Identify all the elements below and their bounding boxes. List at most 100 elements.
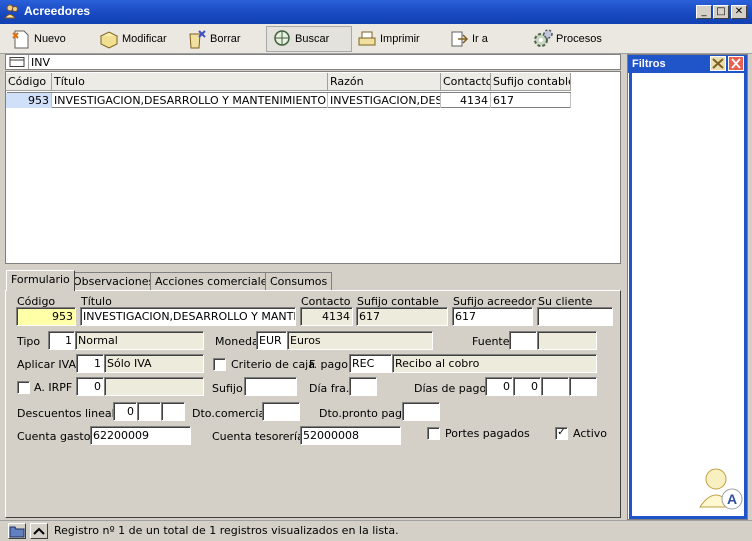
toolbar: Nuevo Modificar Borrar Buscar Imprimir I… — [0, 24, 752, 54]
goto-icon — [451, 31, 469, 47]
cuenta-tesoreria-field[interactable]: 52000008 — [300, 426, 401, 445]
dias-pago-4-field[interactable] — [569, 377, 597, 396]
modificar-button[interactable]: Modificar — [94, 26, 167, 52]
print-icon — [358, 31, 376, 46]
tab-observaciones[interactable]: Observaciones — [68, 272, 160, 290]
sufijo-field[interactable] — [244, 377, 297, 396]
descuentos-label: Descuentos lineales — [17, 407, 128, 420]
ir-a-label: Ir a — [472, 33, 488, 45]
maximize-button[interactable]: □ — [713, 5, 729, 19]
sufijo-label: Sufijo — [212, 382, 243, 395]
sufijo-contable-field[interactable]: 617 — [356, 307, 448, 326]
title-bar: Acreedores _ □ ✕ — [0, 0, 752, 24]
fpago-code-field[interactable]: REC — [349, 354, 392, 373]
criterio-caja-label: Criterio de caja — [231, 358, 315, 371]
window-title: Acreedores — [24, 4, 91, 18]
dia-fra-label: Día fra. — [309, 382, 350, 395]
dto-comercial-label: Dto.comercial — [192, 407, 269, 420]
tipo-desc-field: Normal — [75, 331, 204, 350]
buscar-button[interactable]: Buscar — [266, 26, 352, 52]
clear-filters-button[interactable] — [710, 56, 726, 71]
modificar-label: Modificar — [122, 33, 167, 45]
nuevo-button[interactable]: Nuevo — [6, 26, 66, 52]
chevron-up-icon — [33, 527, 45, 535]
aplicar-iva-label: Aplicar IVA — [17, 358, 77, 371]
titulo-field[interactable]: INVESTIGACION,DESARROLLO Y MANTE — [80, 307, 296, 326]
close-filters-button[interactable] — [728, 56, 744, 71]
dias-pago-label: Días de pago — [414, 382, 487, 395]
moneda-code-field[interactable]: EUR — [256, 331, 287, 350]
criterio-caja-checkbox[interactable] — [213, 358, 226, 371]
tab-acciones-comerciales[interactable]: Acciones comerciales — [150, 272, 279, 290]
tab-formulario[interactable]: Formulario — [6, 270, 75, 291]
fuente-label: Fuente — [472, 335, 510, 348]
cell-titulo: INVESTIGACION,DESARROLLO Y MANTENIMIENTO… — [54, 93, 328, 108]
folder-button[interactable] — [8, 523, 26, 539]
tab-consumos[interactable]: Consumos — [265, 272, 333, 290]
cell-contacto: 4134 — [441, 93, 491, 108]
borrar-label: Borrar — [210, 33, 241, 45]
user-search-icon: A — [699, 468, 743, 510]
column-header-contacto[interactable]: Contacto — [441, 73, 491, 91]
ir-a-button[interactable]: Ir a — [444, 26, 488, 52]
contacto-field[interactable]: 4134 — [300, 307, 353, 326]
procesos-button[interactable]: Procesos — [528, 26, 602, 52]
cuenta-gastos-field[interactable]: 62200009 — [90, 426, 191, 445]
dto-pronto-field[interactable] — [402, 402, 440, 421]
codigo-field[interactable]: 953 — [16, 307, 76, 326]
dia-fra-field[interactable] — [349, 377, 377, 396]
fuente-desc-field — [537, 331, 597, 350]
filters-panel: Filtros A — [627, 54, 748, 520]
fuente-code-field[interactable] — [509, 331, 537, 350]
descuento-3-field[interactable] — [161, 402, 185, 421]
column-header-razon[interactable]: Razón — [328, 73, 441, 91]
folder-icon — [9, 526, 25, 538]
filters-body: A — [629, 73, 747, 519]
dto-pronto-label: Dto.pronto pago — [319, 407, 409, 420]
fpago-label: F. pago — [309, 358, 348, 371]
gears-icon — [534, 29, 553, 47]
svg-text:A: A — [727, 491, 737, 507]
minimize-button[interactable]: _ — [696, 5, 712, 19]
descuento-1-field[interactable]: 0 — [113, 402, 137, 421]
buscar-label: Buscar — [295, 33, 330, 45]
close-icon — [731, 58, 741, 69]
irpf-checkbox[interactable] — [17, 381, 30, 394]
collapse-button[interactable] — [30, 523, 48, 539]
airpf-label: A. IRPF — [34, 381, 73, 394]
tipo-label: Tipo — [17, 335, 41, 348]
status-bar: Registro nº 1 de un total de 1 registros… — [0, 520, 752, 541]
portes-checkbox[interactable] — [427, 427, 440, 440]
search-input[interactable] — [28, 55, 618, 69]
dias-pago-3-field[interactable] — [541, 377, 569, 396]
descuento-2-field[interactable] — [137, 402, 161, 421]
status-text: Registro nº 1 de un total de 1 registros… — [54, 524, 399, 537]
edit-icon — [99, 31, 119, 49]
column-header-titulo[interactable]: Título — [52, 73, 328, 91]
search-bar — [5, 54, 621, 70]
portes-label: Portes pagados — [445, 427, 530, 440]
iva-desc-field: Sólo IVA — [104, 354, 204, 373]
irpf-code-field[interactable]: 0 — [76, 377, 104, 396]
iva-code-field[interactable]: 1 — [76, 354, 104, 373]
results-list[interactable]: Código Título Razón Contacto Sufijo cont… — [5, 71, 621, 264]
column-header-codigo[interactable]: Código — [6, 73, 52, 91]
close-button[interactable]: ✕ — [731, 5, 747, 19]
nuevo-label: Nuevo — [34, 33, 66, 45]
dto-comercial-field[interactable] — [262, 402, 300, 421]
sufijo-acreedor-field[interactable]: 617 — [452, 307, 533, 326]
filter-list-icon[interactable] — [9, 57, 25, 67]
column-header-sufijo[interactable]: Sufijo contable — [491, 73, 571, 91]
su-cliente-field[interactable] — [537, 307, 613, 326]
fpago-desc-field: Recibo al cobro — [392, 354, 597, 373]
imprimir-button[interactable]: Imprimir — [352, 26, 420, 52]
search-icon — [274, 30, 290, 46]
irpf-desc-field — [104, 377, 204, 396]
people-icon — [4, 4, 18, 19]
dias-pago-2-field[interactable]: 0 — [513, 377, 541, 396]
borrar-button[interactable]: Borrar — [182, 26, 241, 52]
tipo-code-field[interactable]: 1 — [48, 331, 75, 350]
imprimir-label: Imprimir — [380, 33, 420, 45]
dias-pago-1-field[interactable]: 0 — [485, 377, 513, 396]
activo-checkbox[interactable]: ✓ — [555, 427, 568, 440]
